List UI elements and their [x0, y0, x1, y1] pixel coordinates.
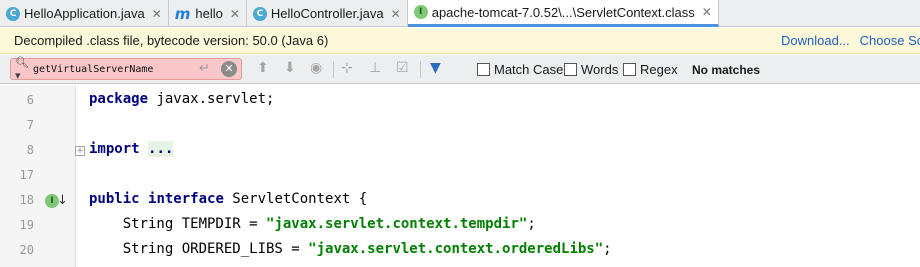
words-checkbox[interactable]: Words [564, 62, 618, 77]
line-number: 19 [19, 218, 34, 232]
checkbox-box[interactable] [623, 63, 636, 76]
tab-hello-controller[interactable]: C HelloController.java ✕ [247, 0, 408, 27]
m-file-icon: m [174, 4, 191, 23]
code-line: 20 String ORDERED_LIBS = "javax.servlet.… [0, 240, 920, 262]
code-token: ; [603, 241, 612, 257]
class-spring-icon: C [6, 6, 20, 21]
tab-hello[interactable]: m hello ✕ [169, 0, 247, 27]
close-icon[interactable]: ✕ [152, 7, 162, 21]
regex-label: Regex [640, 62, 678, 77]
tab-label: HelloController.java [270, 6, 384, 21]
tab-servlet-context[interactable]: I apache-tomcat-7.0.52\...\ServletContex… [407, 0, 719, 27]
line-number: 20 [19, 243, 34, 257]
code-token: interface [148, 191, 224, 207]
fold-expand-icon[interactable]: + [75, 146, 85, 156]
code-line: 18 I ↓ public interface ServletContext { [0, 190, 920, 212]
code-line: 17 [0, 165, 920, 187]
close-icon[interactable]: ✕ [391, 7, 401, 21]
tab-hello-application[interactable]: C HelloApplication.java ✕ [0, 0, 169, 27]
line-number: 18 [19, 193, 34, 207]
decompiled-banner-text: Decompiled .class file, bytecode version… [14, 33, 329, 48]
words-label: Words [581, 62, 619, 77]
code-editor[interactable]: 6 package javax.servlet; 7 8 + import ..… [0, 85, 920, 267]
code-text: import ... [89, 141, 174, 157]
select-all-occurrences-icon[interactable]: ☑ [396, 60, 409, 76]
search-input[interactable] [33, 63, 193, 75]
editor-tab-bar: C HelloApplication.java ✕ m hello ✕ C He… [0, 0, 920, 27]
line-number: 17 [19, 168, 34, 182]
new-line-icon[interactable]: ↵ [199, 61, 210, 76]
search-history-icon[interactable]: 🔍︎▾ [15, 56, 33, 82]
next-occurrence-icon[interactable]: ⬇ [284, 60, 296, 76]
code-token: ; [527, 216, 536, 232]
code-text: String ORDERED_LIBS = "javax.servlet.con… [89, 241, 612, 257]
divider [333, 61, 334, 78]
code-text: package javax.servlet; [89, 91, 274, 107]
download-link[interactable]: Download... [781, 33, 850, 48]
code-line: 7 [0, 115, 920, 137]
code-token: String ORDERED_LIBS = [89, 241, 309, 257]
choose-source-link[interactable]: Choose Sour [860, 33, 920, 48]
find-bar: 🔍︎▾ ↵ ✕ ⬆ ⬇ ◉ ⊹ ⊥ ☑ ▼ Match Case Words R… [0, 55, 920, 84]
search-field[interactable]: 🔍︎▾ ↵ ✕ [10, 56, 242, 82]
class-icon: C [252, 6, 267, 21]
code-token: ... [148, 141, 174, 157]
regex-checkbox[interactable]: Regex [623, 62, 678, 77]
code-line: 6 package javax.servlet; [0, 90, 920, 112]
search-status: No matches [692, 63, 761, 77]
arrow-down-icon: ↓ [57, 193, 68, 208]
match-case-label: Match Case [494, 62, 564, 77]
clear-icon[interactable]: ✕ [221, 61, 237, 77]
decompiled-banner: Decompiled .class file, bytecode version… [0, 28, 920, 54]
remove-occurrence-icon[interactable]: ⊥ [369, 60, 381, 76]
close-icon[interactable]: ✕ [702, 5, 712, 19]
line-number: 7 [26, 118, 34, 132]
interface-icon: I [413, 5, 428, 19]
code-token: "javax.servlet.context.orderedLibs" [308, 241, 604, 257]
code-line: 19 String TEMPDIR = "javax.servlet.conte… [0, 215, 920, 237]
divider [420, 61, 421, 78]
match-case-checkbox[interactable]: Match Case [477, 62, 563, 77]
add-occurrence-icon[interactable]: ⊹ [341, 60, 353, 76]
code-token: "javax.servlet.context.tempdir" [266, 216, 528, 232]
code-token: javax.servlet; [148, 91, 275, 107]
line-number: 8 [26, 143, 34, 157]
code-token: ServletContext { [223, 191, 368, 207]
tab-label: apache-tomcat-7.0.52\...\ServletContext.… [431, 4, 695, 20]
checkbox-box[interactable] [564, 63, 577, 76]
code-token: package [89, 91, 149, 107]
checkbox-box[interactable] [477, 63, 490, 76]
code-token: public [89, 191, 140, 207]
code-text: String TEMPDIR = "javax.servlet.context.… [89, 216, 536, 232]
tab-label: HelloApplication.java [24, 6, 145, 21]
tab-label: hello [195, 6, 223, 21]
code-token: String TEMPDIR = [89, 216, 267, 232]
previous-occurrence-icon[interactable]: ⬆ [257, 60, 269, 76]
find-all-icon[interactable]: ◉ [310, 60, 322, 76]
code-line: 8 + import ... [0, 140, 920, 162]
code-text: public interface ServletContext { [89, 191, 367, 207]
code-token: import [89, 141, 140, 157]
line-number: 6 [26, 93, 34, 107]
close-icon[interactable]: ✕ [230, 7, 240, 21]
filter-icon[interactable]: ▼ [430, 60, 441, 76]
